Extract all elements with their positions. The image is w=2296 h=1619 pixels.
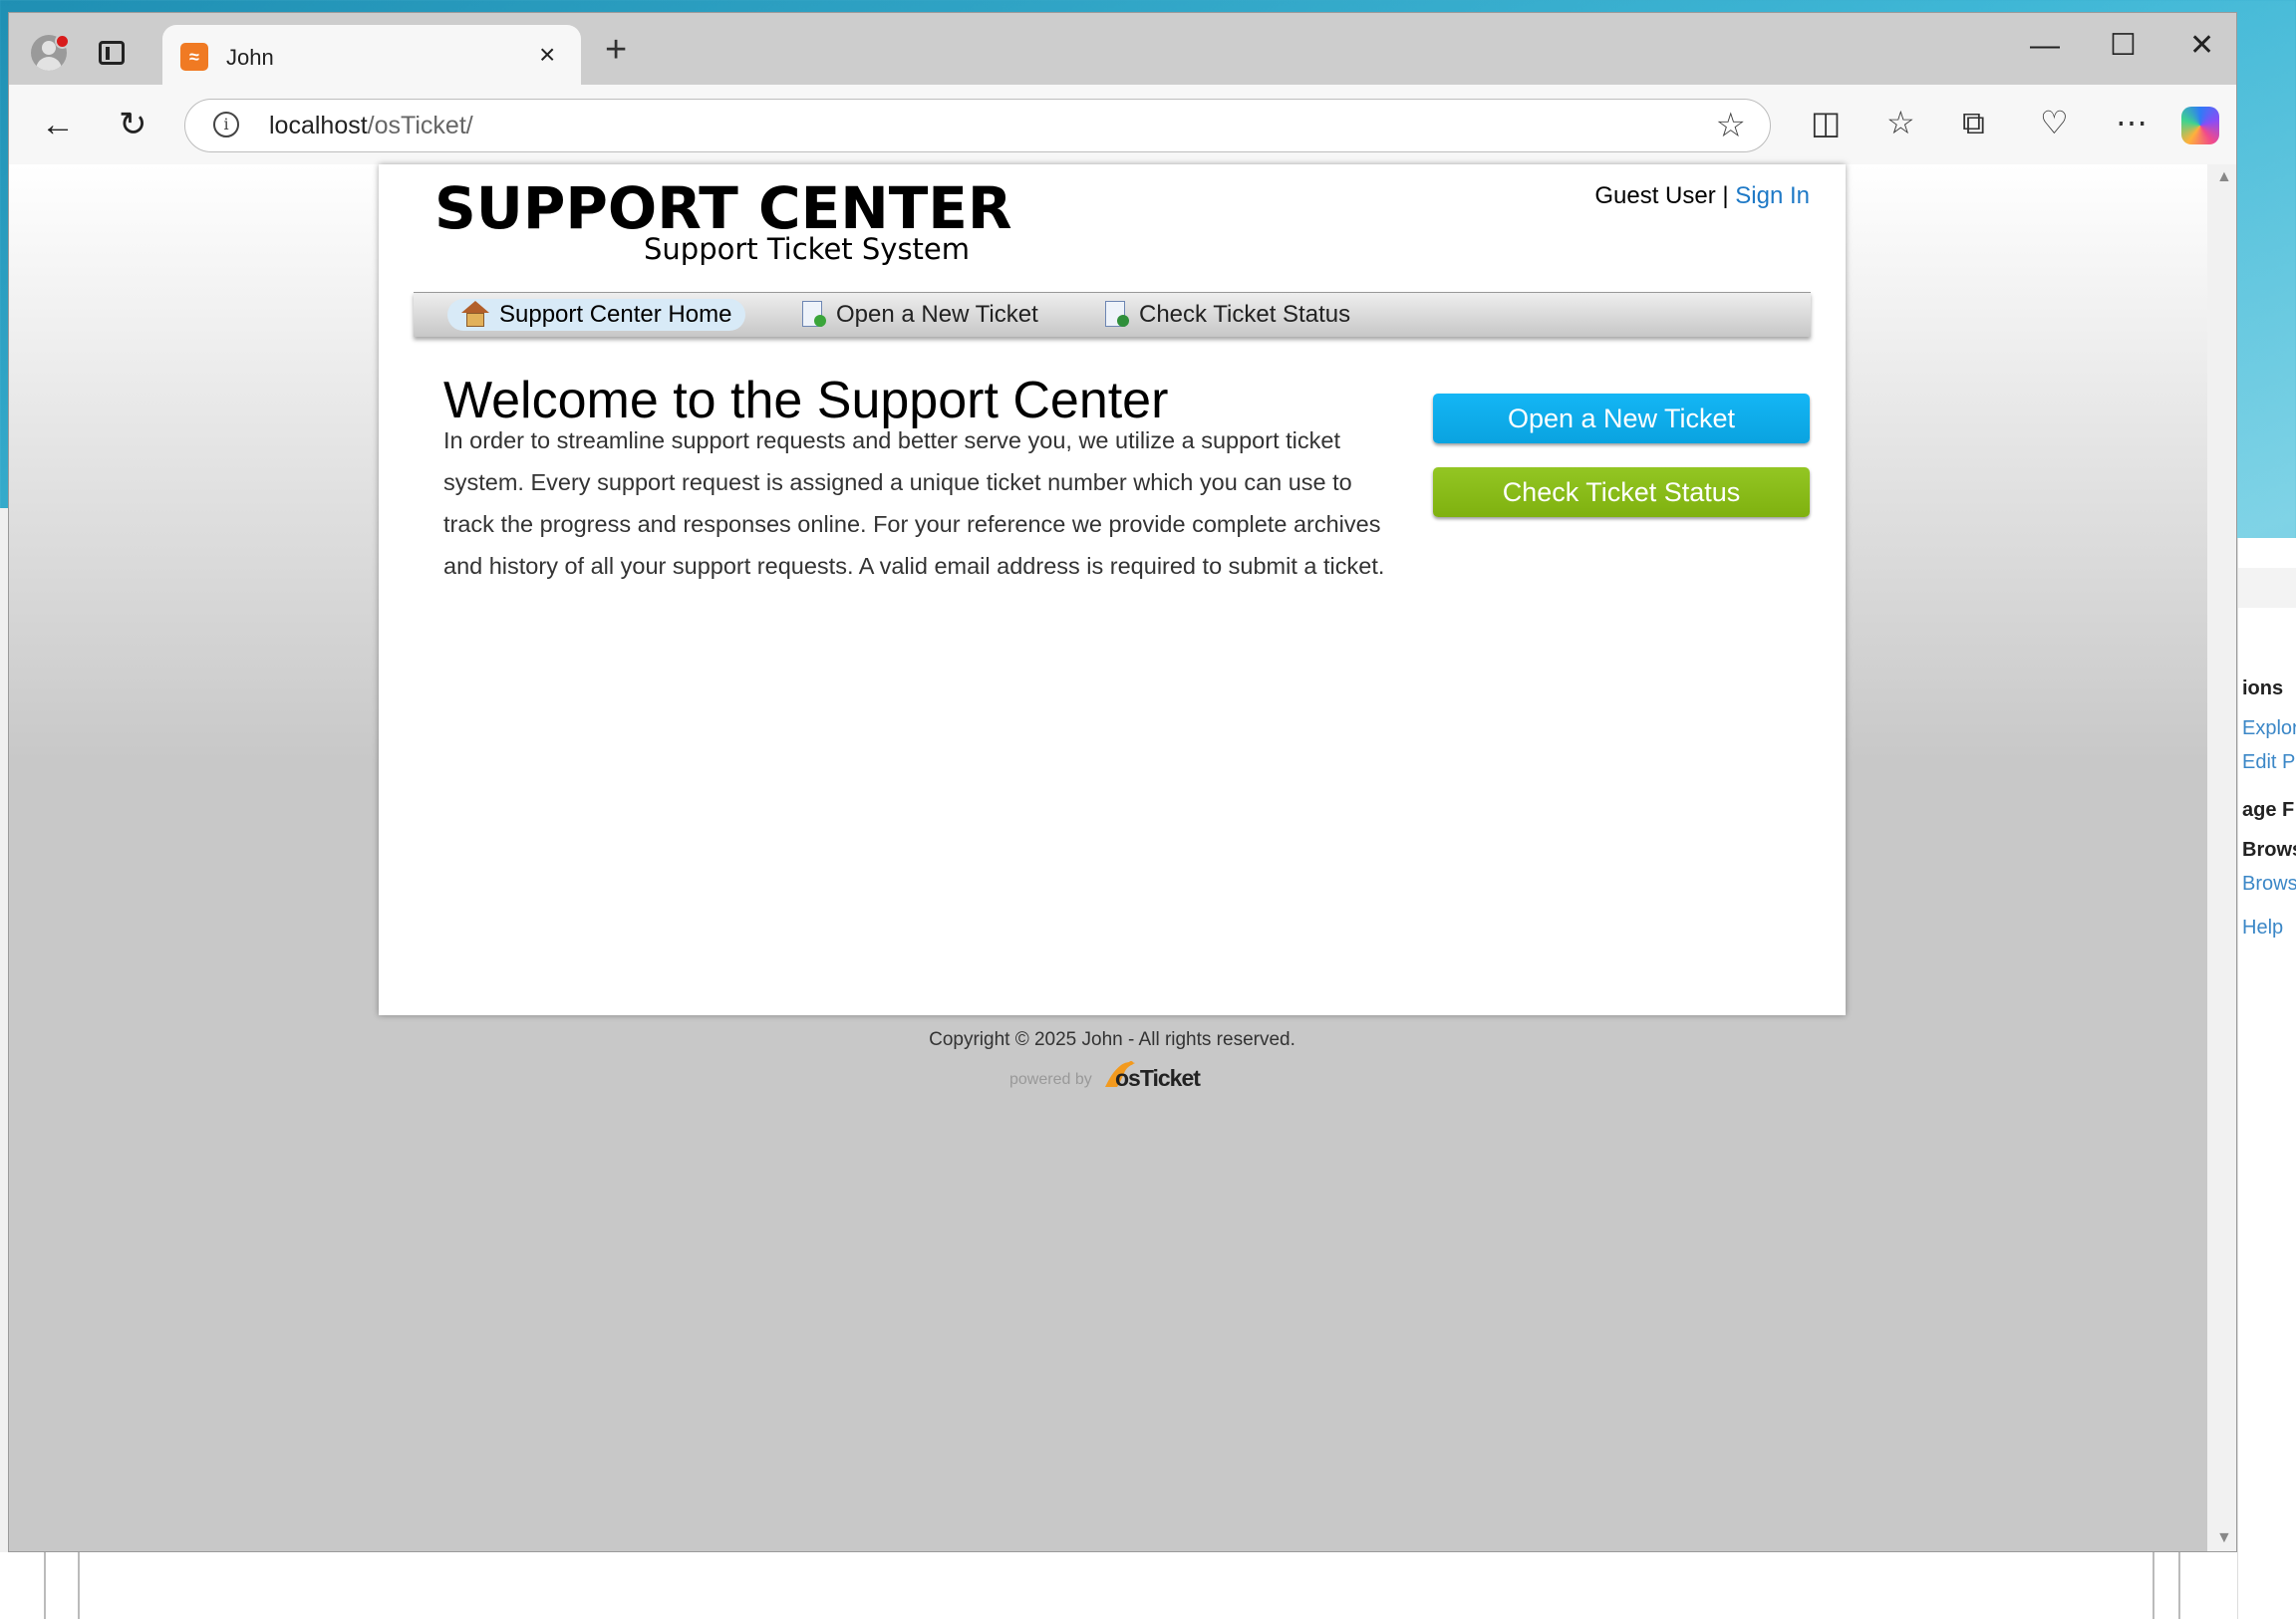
minimize-icon[interactable]: — (2030, 31, 2060, 61)
new-tab-icon[interactable]: + (605, 31, 627, 69)
powered-by-label: powered by (1009, 1071, 1092, 1088)
back-arrow-icon[interactable]: ← (41, 107, 75, 142)
intro-paragraph: In order to streamline support requests … (443, 426, 1385, 579)
user-bar: Guest User | Sign In (1594, 182, 1810, 210)
page-viewport: SUPPORT CENTER Support Ticket System Gue… (9, 164, 2207, 1551)
scroll-down-arrow-icon[interactable]: ▼ (2216, 1529, 2232, 1547)
nav-check-status-label: Check Ticket Status (1139, 301, 1351, 328)
copyright-text: Copyright © 2025 John - All rights reser… (929, 1029, 1295, 1050)
nav-open-ticket-label: Open a New Ticket (836, 301, 1038, 328)
main-nav: Support Center Home Open a New Ticket Ch… (414, 292, 1811, 337)
split-screen-icon[interactable]: ◫ (1811, 105, 1841, 140)
favorites-icon[interactable]: ☆ (1886, 105, 1915, 140)
divider (78, 1552, 80, 1619)
nav-home[interactable]: Support Center Home (447, 299, 746, 331)
more-menu-icon[interactable]: ⋯ (2116, 105, 2148, 140)
open-new-ticket-button[interactable]: Open a New Ticket (1433, 394, 1810, 443)
favorite-star-icon[interactable]: ☆ (1716, 106, 1746, 145)
notification-dot-icon (55, 34, 70, 49)
divider (2178, 1552, 2180, 1619)
url-path: /osTicket/ (367, 112, 473, 139)
background-strip (2238, 568, 2296, 608)
osticket-brand: osTicket (1115, 1065, 1201, 1091)
nav-check-status[interactable]: Check Ticket Status (1087, 299, 1364, 331)
logo-subtitle[interactable]: Support Ticket System (644, 232, 970, 266)
tab-title: John (226, 45, 274, 70)
powered-by-osticket[interactable]: powered by osTicket (1009, 1057, 1229, 1097)
maximize-icon[interactable]: ☐ (2110, 31, 2137, 61)
tab-actions-icon[interactable] (99, 41, 125, 65)
separator: | (1715, 182, 1736, 209)
background-link: Help (2242, 917, 2284, 939)
vertical-scrollbar[interactable]: ▲ ▼ (2207, 164, 2236, 1551)
home-icon (461, 301, 489, 329)
sign-in-link[interactable]: Sign In (1735, 182, 1810, 209)
scroll-up-arrow-icon[interactable]: ▲ (2216, 168, 2232, 186)
page-container: SUPPORT CENTER Support Ticket System Gue… (379, 164, 1846, 1015)
close-window-icon[interactable]: ✕ (2189, 31, 2214, 61)
site-info-icon[interactable]: i (213, 112, 239, 137)
browser-toolbar: ← ↻ i localhost/osTicket/ ☆ ◫ ☆ ⧉ ♡ ⋯ (9, 85, 2236, 164)
background-link: Edit P (2242, 751, 2296, 773)
divider (2152, 1552, 2154, 1619)
background-link: Explor (2242, 717, 2296, 739)
divider (44, 1552, 46, 1619)
background-app-panel: ions Explor Edit P age F Brows Brows Hel… (2237, 538, 2296, 1619)
new-ticket-icon (798, 301, 826, 329)
browser-essentials-icon[interactable]: ♡ (2040, 105, 2069, 140)
tab-strip: ≈ John × + — ☐ ✕ (9, 13, 2236, 85)
guest-label: Guest User (1594, 182, 1716, 209)
check-ticket-status-button[interactable]: Check Ticket Status (1433, 467, 1810, 517)
osticket-favicon-icon: ≈ (180, 43, 208, 71)
background-heading: ions (2242, 677, 2284, 699)
tab-active[interactable]: ≈ John × (162, 25, 581, 85)
background-window-bottom (0, 1552, 2237, 1619)
collections-icon[interactable]: ⧉ (1962, 105, 1985, 140)
ticket-status-icon (1101, 301, 1129, 329)
close-tab-icon[interactable]: × (539, 39, 555, 71)
background-heading: age F (2242, 799, 2295, 821)
url-text[interactable]: localhost/osTicket/ (269, 112, 473, 140)
browser-window: ≈ John × + — ☐ ✕ ← ↻ i localhost/osTicke… (8, 12, 2237, 1552)
copilot-icon[interactable] (2181, 107, 2219, 144)
url-host: localhost (269, 112, 368, 139)
nav-home-label: Support Center Home (499, 301, 732, 328)
nav-open-ticket[interactable]: Open a New Ticket (784, 299, 1052, 331)
background-heading: Brows (2242, 839, 2296, 861)
refresh-icon[interactable]: ↻ (119, 107, 147, 142)
background-link: Brows (2242, 873, 2296, 895)
address-bar[interactable]: i localhost/osTicket/ ☆ (184, 99, 1771, 152)
